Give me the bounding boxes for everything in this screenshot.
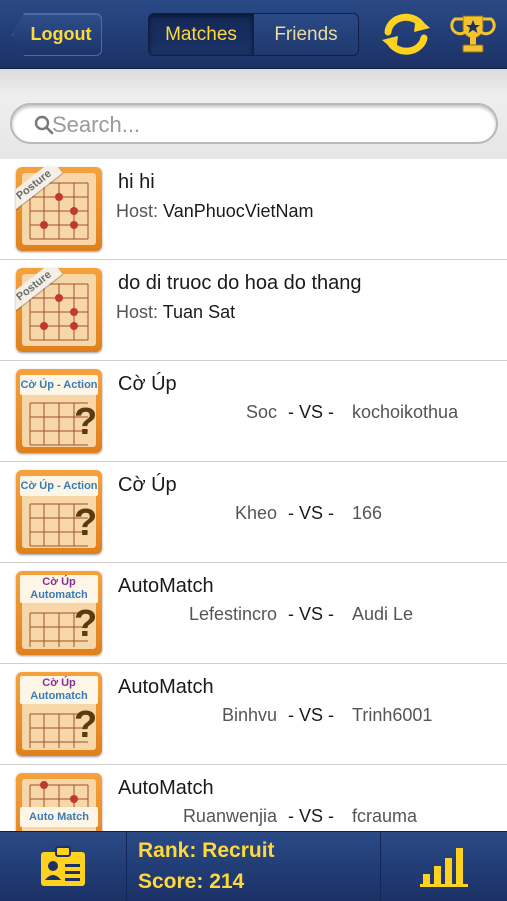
list-item[interactable]: Cờ Úp - Action ? Cờ Úp Kheo - VS - 166 [0,462,507,563]
match-title: Cờ Úp [118,474,177,496]
match-title: hi hi [118,171,155,193]
match-title: AutoMatch [118,575,214,597]
thumbnail-badge: Cờ Úp - Action [20,476,98,496]
tab-switcher: Matches Friends [148,13,359,56]
player-two: fcrauma [352,806,418,826]
player-two: Audi Le [352,604,414,624]
player-one: Ruanwenjia [182,806,277,826]
thumbnail-badge: Cờ Úp Automatch [20,575,98,603]
thumbnail-badge: Auto Match [20,807,98,827]
search-box[interactable] [10,103,498,144]
automatch-thumbnail: Cờ Úp Automatch ? [16,672,102,756]
tab-matches[interactable]: Matches [149,14,253,55]
vs-label: - VS - [288,806,335,826]
player-one: Soc [245,402,277,422]
rank-text: Rank: Recruit [138,839,275,862]
id-card-icon [41,846,85,886]
co-up-action-thumbnail: Cờ Úp - Action ? [16,470,102,554]
player-two: Trinh6001 [352,705,433,725]
refresh-icon[interactable] [378,10,434,58]
host-label: Host: [116,302,159,322]
player-one: Kheo [234,503,277,523]
player-one: Lefestincro [188,604,277,624]
question-icon: ? [74,704,98,746]
player-one: Binhvu [221,705,277,725]
stats-button[interactable] [380,832,507,901]
player-two: kochoikothua [352,402,459,422]
match-title: do di truoc do hoa do thang [118,272,362,294]
automatch-thumbnail: Auto Match [16,773,102,831]
list-item[interactable]: Posture do di truoc do hoa do thang Host… [0,260,507,361]
host-name: Tuan Sat [162,302,236,322]
vs-label: - VS - [288,705,335,725]
question-icon: ? [74,502,98,544]
list-item[interactable]: Cờ Úp - Action ? Cờ Úp Soc - VS - kochoi… [0,361,507,462]
badge-line-2: Automatch [30,589,88,601]
thumbnail-badge: Cờ Úp Automatch [20,676,98,704]
search-area [0,69,507,159]
posture-thumbnail: Posture [16,268,102,352]
match-title: Cờ Úp [118,373,177,395]
list-item[interactable]: Cờ Úp Automatch ? AutoMatch Binhvu - VS … [0,664,507,765]
posture-thumbnail: Posture [16,167,102,251]
vs-label: - VS - [288,402,335,422]
player-two: 166 [352,503,383,523]
badge-line-1: Cờ Úp [42,677,76,689]
host-info: Host: VanPhuocVietNam [116,201,313,222]
vs-label: - VS - [288,503,335,523]
logout-button[interactable]: Logout [12,13,102,56]
badge-line-2: Automatch [30,690,88,702]
score-text: Score: 214 [138,870,245,893]
host-name: VanPhuocVietNam [163,201,314,221]
bar-chart-icon [420,848,468,887]
thumbnail-badge: Cờ Úp - Action [20,375,98,395]
question-icon: ? [74,401,98,443]
trophy-icon[interactable] [449,10,497,58]
tab-friends[interactable]: Friends [253,14,358,55]
list-item[interactable]: Posture hi hi Host: VanPhuocVietNam [0,159,507,260]
match-title: AutoMatch [118,777,214,799]
question-icon: ? [74,603,98,645]
search-input[interactable] [50,110,484,140]
automatch-thumbnail: Cờ Úp Automatch ? [16,571,102,655]
bottom-bar: Rank: Recruit Score: 214 [0,831,507,901]
vs-label: - VS - [288,604,335,624]
badge-line-1: Cờ Úp [42,576,76,588]
list-item[interactable]: Cờ Úp Automatch ? AutoMatch Lefestincro … [0,563,507,664]
top-bar: Logout Matches Friends [0,0,507,69]
match-list: Posture hi hi Host: VanPhuocVietNam Post… [0,159,507,831]
host-label: Host: [116,201,159,221]
match-title: AutoMatch [118,676,214,698]
list-item[interactable]: Auto Match AutoMatch Ruanwenjia - VS - f… [0,765,507,831]
co-up-action-thumbnail: Cờ Úp - Action ? [16,369,102,453]
host-info: Host: Tuan Sat [116,302,235,323]
profile-button[interactable] [0,832,127,901]
